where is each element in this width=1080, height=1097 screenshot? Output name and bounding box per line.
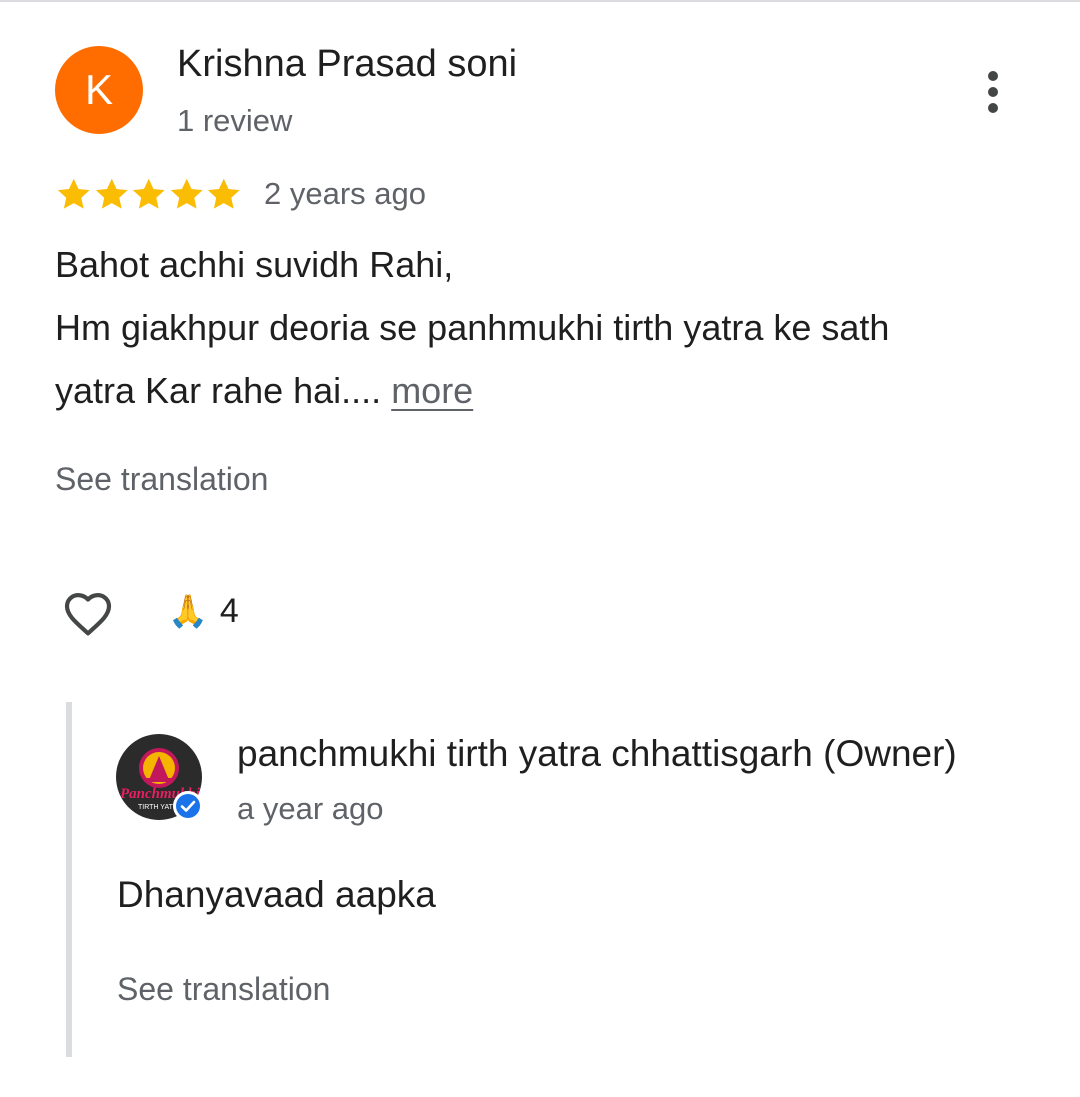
owner-name[interactable]: panchmukhi tirth yatra chhattisgarh (Own…	[237, 733, 1052, 775]
top-divider	[0, 0, 1080, 2]
reply-text: Dhanyavaad aapka	[117, 874, 436, 915]
more-link[interactable]: more	[391, 370, 473, 411]
menu-dot	[988, 71, 998, 81]
verified-badge-icon	[173, 791, 203, 821]
menu-dot	[988, 87, 998, 97]
star-icon	[95, 178, 128, 209]
reply-time: a year ago	[237, 791, 384, 826]
more-options-icon[interactable]	[972, 66, 1014, 118]
reply-indicator-bar	[66, 702, 72, 1057]
reaction-count: 4	[219, 591, 239, 630]
review-text: Bahot achhi suvidh Rahi, Hm giakhpur deo…	[55, 233, 1045, 422]
review-time: 2 years ago	[264, 176, 426, 211]
review-text-line: yatra Kar rahe hai.... more	[55, 359, 1045, 422]
avatar-letter: K	[84, 66, 113, 113]
star-rating	[55, 176, 243, 213]
review-text-line: Bahot achhi suvidh Rahi,	[55, 244, 454, 285]
star-icon	[207, 178, 240, 209]
owner-avatar[interactable]: Panchmukhi TIRTH YATRA	[116, 734, 206, 824]
reviewer-name[interactable]: Krishna Prasad soni	[177, 43, 517, 86]
review-text-line-part: yatra Kar rahe hai....	[55, 370, 382, 411]
reviewer-review-count: 1 review	[177, 103, 293, 138]
menu-dot	[988, 103, 998, 113]
star-icon	[170, 178, 203, 209]
star-icon	[57, 178, 90, 209]
heart-outline-icon[interactable]	[58, 586, 118, 642]
review-text-line: Hm giakhpur deoria se panhmukhi tirth ya…	[55, 307, 890, 348]
reviewer-avatar[interactable]: K	[55, 46, 143, 134]
praying-hands-icon: 🙏	[168, 593, 208, 629]
reaction-chip[interactable]: 🙏 4	[168, 591, 239, 631]
see-translation-link[interactable]: See translation	[55, 461, 268, 498]
star-icon	[132, 178, 165, 209]
see-translation-link[interactable]: See translation	[117, 971, 330, 1008]
